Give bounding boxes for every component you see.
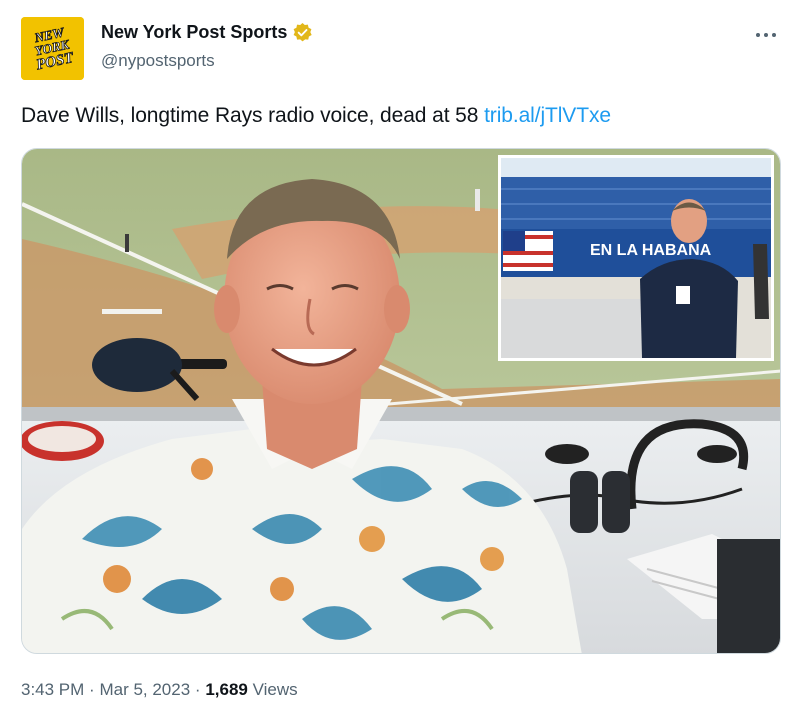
verified-badge-icon	[294, 22, 313, 42]
tweet-photo[interactable]: EN LA HABANA	[21, 148, 781, 654]
tweet-time[interactable]: 3:43 PM	[21, 680, 84, 699]
new-york-post-logo: NEW YORK POST	[21, 17, 84, 80]
meta-separator: ·	[194, 680, 201, 699]
meta-separator: ·	[89, 680, 95, 699]
author-display-name[interactable]: New York Post Sports	[101, 22, 287, 43]
avatar[interactable]: NEW YORK POST	[21, 17, 84, 80]
inset-sign-text: EN LA HABANA	[590, 242, 712, 259]
inset-photo: EN LA HABANA	[498, 155, 774, 361]
tweet-link[interactable]: trib.al/jTlVTxe	[484, 104, 611, 127]
author-handle[interactable]: @nypostsports	[101, 51, 215, 71]
tweet-card: NEW YORK POST New York Post Sports @nypo…	[0, 0, 800, 709]
photo-broadcaster-illustration: EN LA HABANA	[22, 149, 780, 653]
tweet-text: Dave Wills, longtime Rays radio voice, d…	[21, 104, 611, 128]
views-count: 1,689	[205, 680, 248, 699]
tweet-text-body: Dave Wills, longtime Rays radio voice, d…	[21, 104, 485, 127]
views-label: Views	[252, 680, 298, 699]
tweet-meta: 3:43 PM · Mar 5, 2023 · 1,689 Views	[21, 680, 298, 700]
tweet-date[interactable]: Mar 5, 2023	[99, 680, 190, 699]
author-name-row[interactable]: New York Post Sports	[101, 22, 313, 43]
more-options-button[interactable]	[748, 22, 784, 48]
more-options-icon	[756, 33, 776, 37]
